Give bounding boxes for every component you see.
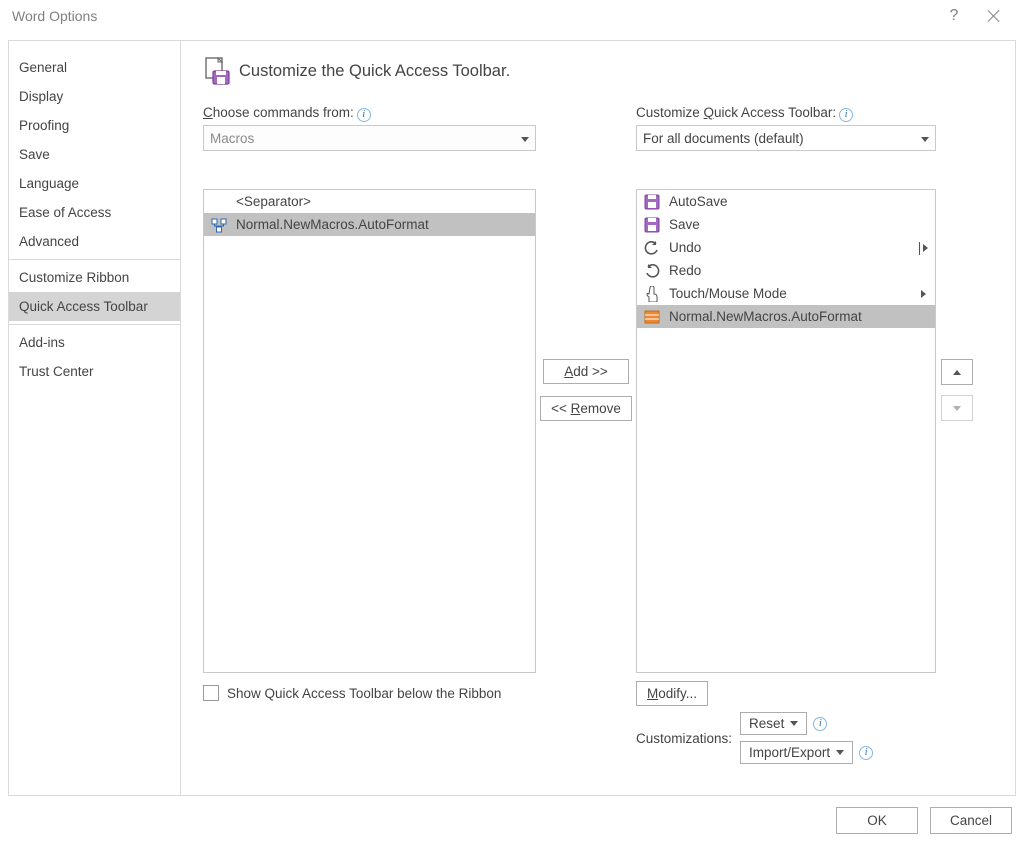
split-indicator-icon: | [917,240,929,255]
list-item-label: <Separator> [236,194,529,209]
sidebar-item-save[interactable]: Save [9,140,180,169]
info-icon[interactable]: i [357,108,371,122]
ok-button[interactable]: OK [836,807,918,834]
touch-icon [643,285,661,303]
list-item[interactable]: <Separator> [204,190,535,213]
redo-icon [643,262,661,280]
window-title: Word Options [12,8,97,24]
customizations-label: Customizations: [636,731,732,746]
move-up-button[interactable] [941,359,973,385]
list-item[interactable]: Redo [637,259,935,282]
submenu-arrow-icon [917,286,929,301]
sidebar-item-advanced[interactable]: Advanced [9,227,180,256]
page-header: Customize the Quick Access Toolbar. [203,57,997,85]
sidebar-item-language[interactable]: Language [9,169,180,198]
list-item-label: Normal.NewMacros.AutoFormat [669,309,929,324]
save-purple-icon [643,193,661,211]
info-icon[interactable]: i [859,746,873,760]
chevron-down-icon [790,721,798,726]
sidebar-item-display[interactable]: Display [9,82,180,111]
categories-sidebar: GeneralDisplayProofingSaveLanguageEase o… [8,40,181,796]
import-export-button[interactable]: Import/Export [740,741,853,764]
show-below-ribbon-label: Show Quick Access Toolbar below the Ribb… [227,686,501,701]
list-item[interactable]: Save [637,213,935,236]
checkbox-icon [203,685,219,701]
customize-qat-value: For all documents (default) [643,131,804,146]
list-item-label: AutoSave [669,194,929,209]
add-button[interactable]: Add >> [543,359,629,384]
list-item[interactable]: Undo| [637,236,935,259]
customize-qat-label: Customize Quick Access Toolbar:i [636,105,936,122]
cancel-button[interactable]: Cancel [930,807,1012,834]
move-down-button[interactable] [941,395,973,421]
arrow-down-icon [953,406,961,411]
list-item[interactable]: AutoSave [637,190,935,213]
qat-header-icon [203,57,231,85]
chevron-down-icon [521,130,529,145]
qat-commands-list[interactable]: AutoSave Save Undo| Redo Touch/Mouse Mode Nor… [636,189,936,673]
sidebar-item-general[interactable]: General [9,53,180,82]
chevron-down-icon [836,750,844,755]
close-button[interactable] [974,0,1014,32]
list-item[interactable]: Normal.NewMacros.AutoFormat [637,305,935,328]
macro-icon [210,216,228,234]
undo-icon [643,239,661,257]
macro-orange-icon [643,308,661,326]
main-pane: Customize the Quick Access Toolbar. Choo… [181,40,1016,796]
page-title: Customize the Quick Access Toolbar. [239,62,510,81]
sidebar-item-proofing[interactable]: Proofing [9,111,180,140]
list-item-label: Normal.NewMacros.AutoFormat [236,217,529,232]
sidebar-item-ease-of-access[interactable]: Ease of Access [9,198,180,227]
list-item-label: Save [669,217,929,232]
list-item-label: Touch/Mouse Mode [669,286,917,301]
titlebar: Word Options ? [0,0,1024,32]
sidebar-item-trust-center[interactable]: Trust Center [9,357,180,386]
reset-button[interactable]: Reset [740,712,807,735]
info-icon[interactable]: i [839,108,853,122]
choose-commands-combo[interactable]: Macros [203,125,536,151]
close-icon [988,10,1000,22]
list-item-label: Redo [669,263,929,278]
remove-button[interactable]: << Remove [540,396,632,421]
arrow-up-icon [953,370,961,375]
none-icon [210,193,228,211]
dialog-footer: OK Cancel [836,807,1012,834]
choose-commands-value: Macros [210,131,254,146]
list-item-label: Undo [669,240,917,255]
show-below-ribbon-checkbox[interactable]: Show Quick Access Toolbar below the Ribb… [203,685,536,701]
list-item[interactable]: Touch/Mouse Mode [637,282,935,305]
sidebar-item-add-ins[interactable]: Add-ins [9,328,180,357]
info-icon[interactable]: i [813,717,827,731]
save-purple-icon [643,216,661,234]
sidebar-item-quick-access-toolbar[interactable]: Quick Access Toolbar [9,292,180,321]
available-commands-list[interactable]: <Separator> Normal.NewMacros.AutoFormat [203,189,536,673]
chevron-down-icon [921,130,929,145]
help-button[interactable]: ? [934,0,974,32]
choose-commands-label: Choose commands from:i [203,105,536,122]
modify-button[interactable]: Modify... [636,681,708,706]
sidebar-item-customize-ribbon[interactable]: Customize Ribbon [9,263,180,292]
list-item[interactable]: Normal.NewMacros.AutoFormat [204,213,535,236]
customize-qat-combo[interactable]: For all documents (default) [636,125,936,151]
